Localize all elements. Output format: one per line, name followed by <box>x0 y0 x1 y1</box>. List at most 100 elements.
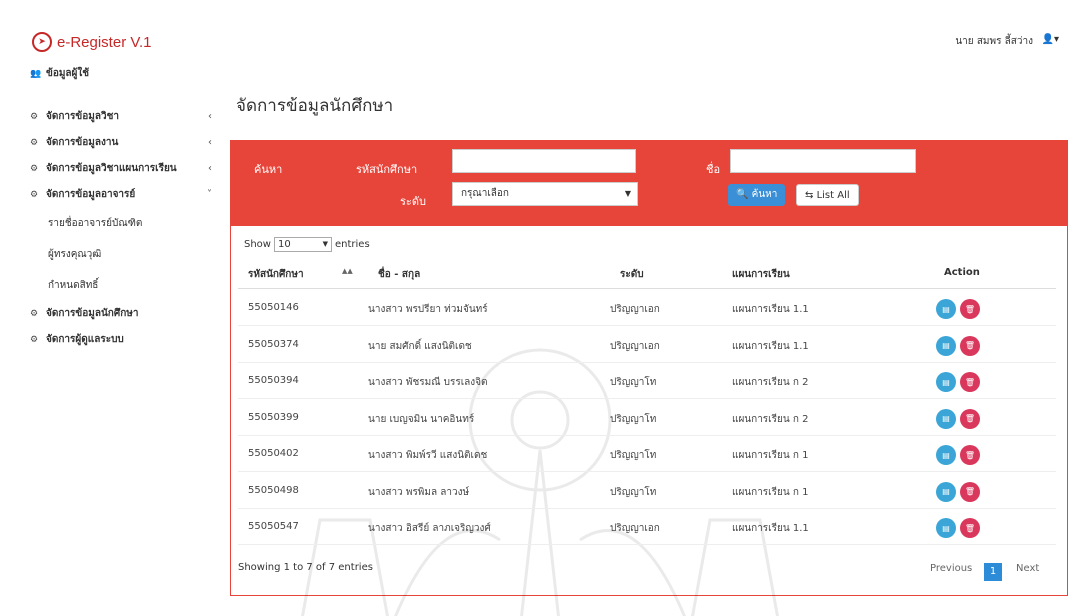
study-plan-cell: แผนการเรียน 1.1 <box>732 523 809 534</box>
student-id-label: รหัสนักศึกษา <box>356 163 418 176</box>
page-title: จัดการข้อมูลนักศึกษา <box>236 96 394 116</box>
column-header-name[interactable]: ชื่อ - สกุล <box>378 267 420 282</box>
user-icon[interactable]: 👤▾ <box>1042 34 1059 45</box>
column-header-study-plan[interactable]: แผนการเรียน <box>732 267 790 282</box>
level-cell: ปริญญาโท <box>610 486 657 498</box>
edit-icon[interactable]: ▤ <box>936 372 956 392</box>
table-row: 55050146 นางสาว พรปรียา ท่วมจันทร์ ปริญญาเ… <box>238 290 1056 326</box>
study-plan-cell: แผนการเรียน ก 2 <box>732 413 809 425</box>
previous-page-button[interactable]: Previous <box>930 563 972 574</box>
sidebar-item-subjects[interactable]: ⚙ จัดการข้อมูลวิชา ‹ <box>30 104 220 130</box>
search-button[interactable]: 🔍 ค้นหา <box>728 184 786 206</box>
sidebar-subitem-experts[interactable]: ผู้ทรงคุณวุฒิ <box>30 239 220 270</box>
sort-asc-icon[interactable]: ▲▲ <box>342 267 353 275</box>
column-header-action: Action <box>944 267 980 278</box>
name-cell: นางสาว พัชรมณี บรรเลงจิต <box>368 377 488 388</box>
study-plan-cell: แผนการเรียน ก 1 <box>732 486 809 498</box>
table-row: 55050399 นาย เบญจมิน นาคอินทร์ ปริญญาโท แผน… <box>238 400 1056 436</box>
user-name[interactable]: นาย สมพร ลี้สว่าง <box>955 34 1033 49</box>
table-row: 55050374 นาย สมศักดิ์ แสงนิติเดช ปริญญาเอก… <box>238 327 1056 363</box>
student-id-cell: 55050399 <box>248 411 299 423</box>
student-id-cell: 55050547 <box>248 521 299 532</box>
column-header-student-id[interactable]: รหัสนักศึกษา <box>248 267 304 282</box>
caret-down-icon: ▼ <box>624 189 631 198</box>
page-size-value: 10 <box>277 239 291 250</box>
cogs-icon: ⚙ <box>30 164 39 174</box>
column-header-level[interactable]: ระดับ <box>620 267 644 282</box>
next-page-button[interactable]: Next <box>1016 563 1039 574</box>
chevron-left-icon: ‹ <box>208 111 212 122</box>
header-divider <box>238 288 1056 289</box>
chevron-left-icon: ‹ <box>208 163 212 174</box>
name-cell: นาย เบญจมิน นาคอินทร์ <box>368 413 475 425</box>
search-section-label: ค้นหา <box>254 163 283 176</box>
table-row: 55050498 นางสาว พรพิมล ลาวงษ์ ปริญญาโท แผนก… <box>238 473 1056 509</box>
sidebar-item-label: จัดการข้อมูลวิชา <box>46 111 119 122</box>
edit-icon[interactable]: ▤ <box>936 518 956 538</box>
list-all-button-label: List All <box>816 190 850 201</box>
table-row: 55050547 นางสาว อิสรีย์ ลาภเจริญวงศ์ ปริญญ… <box>238 509 1056 545</box>
cogs-icon: ⚙ <box>30 138 39 148</box>
sidebar-item-label: จัดการข้อมูลวิชาแผนการเรียน <box>46 163 177 174</box>
level-cell: ปริญญาเอก <box>610 523 660 534</box>
delete-icon[interactable]: 🗑 <box>960 445 980 465</box>
sidebar-item-teachers[interactable]: ⚙ จัดการข้อมูลอาจารย์ ˅ <box>30 182 220 208</box>
brand[interactable]: ➤ e-Register V.1 <box>32 32 152 52</box>
edit-icon[interactable]: ▤ <box>936 335 956 356</box>
chevron-left-icon: ‹ <box>208 137 212 148</box>
student-id-input[interactable] <box>452 149 636 173</box>
name-cell: นางสาว พรพิมล ลาวงษ์ <box>368 486 470 498</box>
chevron-down-icon: ˅ <box>207 189 212 200</box>
page-1-button[interactable]: 1 <box>984 563 1002 581</box>
student-id-cell: 55050394 <box>248 375 299 386</box>
sidebar-item-students[interactable]: ⚙ จัดการข้อมูลนักศึกษา <box>30 301 220 327</box>
level-cell: ปริญญาเอก <box>610 304 660 315</box>
delete-icon[interactable]: 🗑 <box>960 335 980 356</box>
page-size-select[interactable]: 10 ▼ <box>273 237 332 252</box>
cogs-icon: ⚙ <box>30 190 39 200</box>
name-label: ชื่อ <box>706 163 721 176</box>
name-input[interactable] <box>730 149 916 173</box>
level-cell: ปริญญาเอก <box>610 340 660 352</box>
delete-icon[interactable]: 🗑 <box>960 518 980 538</box>
sidebar-item-label: จัดการข้อมูลอาจารย์ <box>46 189 136 200</box>
edit-icon[interactable]: ▤ <box>936 299 956 319</box>
sidebar: 👥 ข้อมูลผู้ใช้ ⚙ จัดการข้อมูลวิชา ‹ ⚙ จั… <box>30 64 220 353</box>
search-panel: ค้นหา รหัสนักศึกษา ชื่อ ระดับ กรุณาเลือก… <box>230 140 1068 226</box>
name-cell: นางสาว พรปรียา ท่วมจันทร์ <box>368 304 488 315</box>
student-id-cell: 55050374 <box>248 338 299 350</box>
cogs-icon: ⚙ <box>30 112 39 122</box>
edit-icon[interactable]: ▤ <box>936 481 956 502</box>
paper-plane-icon: ➤ <box>32 32 52 52</box>
student-id-cell: 55050146 <box>248 302 299 313</box>
edit-icon[interactable]: ▤ <box>936 445 956 465</box>
top-navbar: ➤ e-Register V.1 นาย สมพร ลี้สว่าง 👤▾ <box>0 0 1077 60</box>
sidebar-item-user-info[interactable]: 👥 ข้อมูลผู้ใช้ <box>30 64 220 84</box>
edit-icon[interactable]: ▤ <box>936 408 956 429</box>
level-cell: ปริญญาโท <box>610 413 657 425</box>
student-id-cell: 55050498 <box>248 484 299 496</box>
name-cell: นางสาว พิมพ์รวี แสงนิติเดช <box>368 450 488 461</box>
level-cell: ปริญญาโท <box>610 377 657 388</box>
level-select[interactable]: กรุณาเลือก ▼ <box>452 182 638 206</box>
page-size-control: Show 10 ▼ entries <box>244 237 370 252</box>
sidebar-subitem-graduate-teachers[interactable]: รายชื่ออาจารย์บัณฑิต <box>30 208 220 239</box>
level-select-value: กรุณาเลือก <box>461 188 509 199</box>
table-row: 55050402 นางสาว พิมพ์รวี แสงนิติเดช ปริญญา… <box>238 436 1056 472</box>
name-cell: นางสาว อิสรีย์ ลาภเจริญวงศ์ <box>368 523 491 534</box>
delete-icon[interactable]: 🗑 <box>960 481 980 502</box>
sidebar-item-admins[interactable]: ⚙ จัดการผู้ดูแลระบบ <box>30 327 220 353</box>
sidebar-item-study-plan-subjects[interactable]: ⚙ จัดการข้อมูลวิชาแผนการเรียน ‹ <box>30 156 220 182</box>
delete-icon[interactable]: 🗑 <box>960 372 980 392</box>
sidebar-item-jobs[interactable]: ⚙ จัดการข้อมูลงาน ‹ <box>30 130 220 156</box>
entries-label: entries <box>334 239 370 250</box>
search-icon: 🔍 <box>736 189 749 200</box>
delete-icon[interactable]: 🗑 <box>960 408 980 429</box>
study-plan-cell: แผนการเรียน ก 2 <box>732 377 809 388</box>
sidebar-item-label: จัดการข้อมูลนักศึกษา <box>46 308 139 319</box>
sidebar-subitem-permissions[interactable]: กำหนดสิทธิ์ <box>30 270 220 301</box>
delete-icon[interactable]: 🗑 <box>960 299 980 319</box>
list-all-button[interactable]: ⇆ List All <box>796 184 859 206</box>
app-title[interactable]: e-Register V.1 <box>57 34 152 51</box>
sidebar-item-label: ข้อมูลผู้ใช้ <box>46 68 90 79</box>
